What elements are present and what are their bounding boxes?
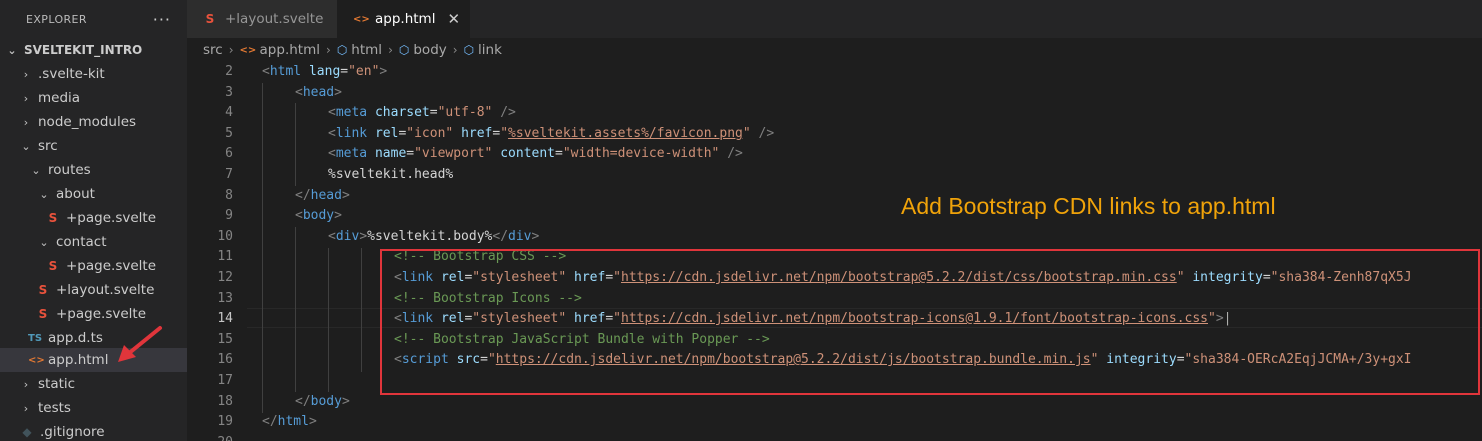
svelte-file-icon: S: [205, 12, 215, 26]
code-line: <!-- Bootstrap CSS -->: [394, 249, 567, 265]
code-line: <body>: [295, 208, 342, 224]
line-number: 10: [217, 228, 233, 244]
tab-label: +layout.svelte: [225, 11, 324, 27]
code-line: <link rel="icon" href="%sveltekit.assets…: [328, 125, 775, 141]
line-number: 5: [225, 125, 233, 141]
code-line: <div>%sveltekit.body%</div>: [328, 228, 540, 244]
line-number: 16: [217, 352, 233, 368]
code-line: <!-- Bootstrap Icons -->: [394, 290, 582, 306]
code-line: <link rel="stylesheet" href="https://cdn…: [394, 270, 1412, 285]
indent-guide: [361, 248, 362, 372]
code-line-active: <link rel="stylesheet" href="https://cdn…: [394, 311, 1232, 327]
code-line: </html>: [262, 414, 317, 430]
code-line: <head>: [295, 84, 342, 100]
line-number: 19: [217, 414, 233, 430]
html-file-icon: <>: [239, 44, 257, 56]
line-number: 8: [225, 187, 233, 203]
line-number: 7: [225, 167, 233, 182]
breadcrumb-item-html[interactable]: html: [351, 42, 382, 58]
breadcrumb-item-app-html[interactable]: app.html: [260, 42, 320, 58]
line-number: 11: [217, 249, 233, 265]
code-line: <script src="https://cdn.jsdelivr.net/np…: [394, 352, 1412, 368]
html-file-icon: <>: [353, 13, 370, 25]
line-number: 20: [187, 433, 233, 441]
chevron-right-icon: ›: [228, 43, 234, 57]
tab-label: app.html: [375, 11, 436, 27]
code-line: <html lang="en">: [262, 64, 388, 79]
line-number: 12: [217, 270, 233, 285]
tab-layout-svelte[interactable]: S +layout.svelte: [187, 0, 337, 38]
indent-guide: [295, 227, 296, 392]
line-number-active: 14: [217, 311, 233, 327]
line-number: 2: [225, 64, 233, 79]
line-number: 13: [217, 290, 233, 306]
symbol-field-icon: ⬡: [463, 43, 475, 57]
editor-tab-bar: S +layout.svelte <> app.html ✕: [187, 0, 1482, 38]
code-line: </head>: [295, 187, 350, 203]
chevron-right-icon: ›: [452, 43, 458, 57]
tab-app-html[interactable]: <> app.html ✕: [337, 0, 470, 38]
code-line: </body>: [295, 393, 350, 409]
line-number: 6: [225, 146, 233, 162]
indent-guide: [295, 103, 296, 186]
breadcrumb-item-body[interactable]: body: [413, 42, 446, 58]
close-icon[interactable]: ✕: [447, 10, 460, 28]
line-number: 17: [217, 373, 233, 388]
chevron-right-icon: ›: [326, 43, 331, 57]
indent-guide: [262, 83, 263, 413]
indent-guide: [328, 248, 329, 392]
annotation-text: Add Bootstrap CDN links to app.html: [901, 193, 1276, 219]
code-editor[interactable]: 2 3 4 5 6 7 8 9 10 11 12 13 14 15 16 17 …: [187, 62, 1482, 441]
code-line: %sveltekit.head%: [328, 167, 454, 182]
symbol-field-icon: ⬡: [398, 43, 410, 57]
code-line: <!-- Bootstrap JavaScript Bundle with Po…: [394, 331, 770, 347]
breadcrumb-item-link[interactable]: link: [478, 42, 502, 58]
code-line: <meta charset="utf-8" />: [328, 105, 516, 121]
red-arrow-icon: [118, 326, 162, 362]
line-number: 3: [225, 84, 233, 100]
breadcrumb: src › <> app.html › ⬡ html › ⬡ body › ⬡ …: [187, 38, 1482, 62]
line-number: 4: [225, 105, 233, 121]
code-line: <meta name="viewport" content="width=dev…: [328, 146, 743, 162]
line-number: 15: [217, 331, 233, 347]
line-number: 9: [225, 208, 233, 224]
line-number: 18: [217, 393, 233, 409]
chevron-right-icon: ›: [388, 43, 393, 57]
breadcrumb-item-src[interactable]: src: [203, 42, 223, 58]
symbol-field-icon: ⬡: [336, 43, 348, 57]
explorer-sidebar: EXPLORER ··· ⌄ SVELTEKIT_INTRO › .svelte…: [0, 0, 187, 441]
